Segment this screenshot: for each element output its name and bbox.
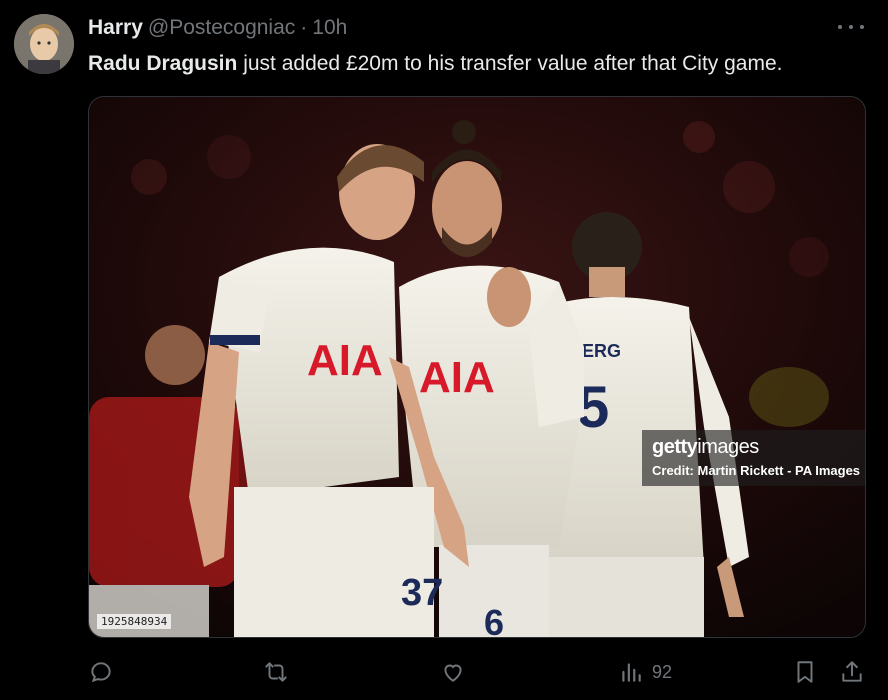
user-handle[interactable]: @Postecogniac [148,16,295,40]
getty-watermark: gettyimages Credit: Martin Rickett - PA … [642,430,865,486]
image-id: 1925848934 [97,614,172,629]
views-icon [622,663,641,682]
more-dot [849,25,853,29]
getty-logo: gettyimages [652,436,759,459]
share-button[interactable] [839,656,865,688]
bookmark-icon [797,661,813,683]
separator-dot: · [300,16,308,39]
like-icon [444,664,462,682]
tweet-text: Radu Dragusin just added £20m to his tra… [88,50,782,78]
photo-credit: Credit: Martin Rickett - PA Images [652,463,861,478]
more-options-icon[interactable] [838,16,864,38]
views-button[interactable]: 92 [618,656,672,688]
football-photo: BJERG 5 AIA 6 AIA 37 [89,97,865,637]
svg-text:6: 6 [484,602,504,637]
tweet-text-bold: Radu Dragusin [88,52,238,75]
action-bar: 92 [88,656,864,688]
display-name[interactable]: Harry [88,16,143,40]
tweet-header: Harry @Postecogniac · 10h [88,16,347,42]
timestamp[interactable]: 10h [312,16,347,40]
tweet-photo[interactable]: BJERG 5 AIA 6 AIA 37 gettyimages Credit:… [88,96,866,638]
views-count: 92 [652,661,673,682]
tweet-text-rest: just added £20m to his transfer value af… [237,52,783,75]
more-dot [838,25,842,29]
reply-icon [91,662,111,683]
share-icon [842,661,862,682]
more-dot [860,25,864,29]
bookmark-button[interactable] [792,656,818,688]
retweet-icon [265,662,287,682]
svg-text:37: 37 [401,572,443,614]
retweet-button[interactable] [263,656,289,688]
shirt-sponsor-right: AIA [419,353,495,402]
like-button[interactable] [440,656,466,688]
avatar-image [14,14,74,74]
shirt-sponsor-left: AIA [307,336,383,385]
getty-logo-thin: images [697,436,759,458]
reply-button[interactable] [88,656,114,688]
avatar[interactable] [14,14,74,74]
getty-logo-bold: getty [652,436,698,458]
